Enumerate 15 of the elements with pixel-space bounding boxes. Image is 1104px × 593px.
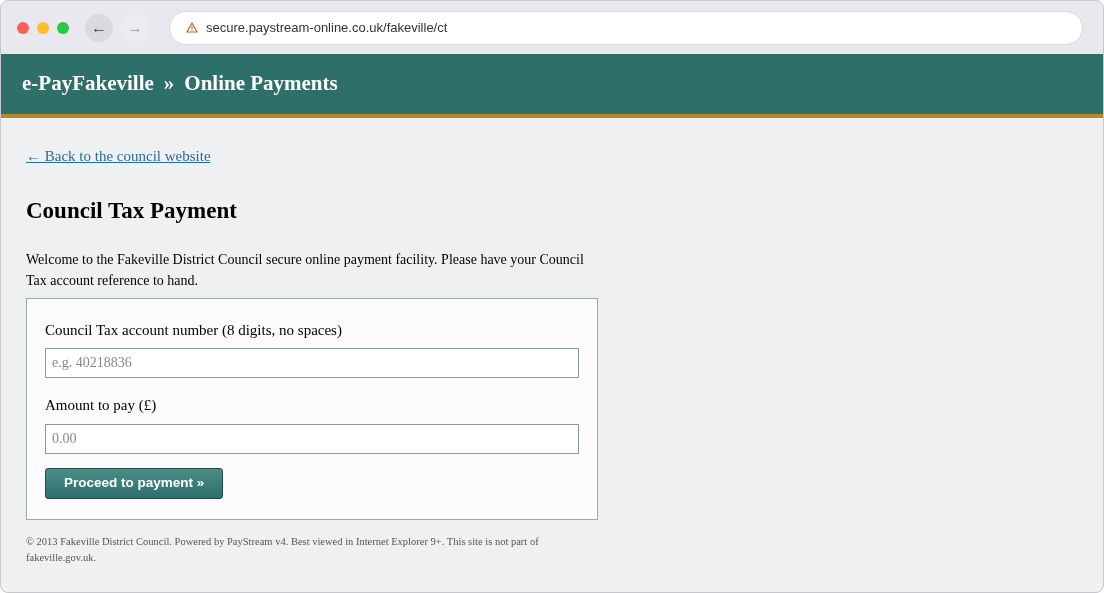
intro-text: Welcome to the Fakeville District Council secure online payment facility. Please have your Council Tax account reference to hand. [26,250,585,290]
back-link[interactable]: ← Back to the council website [26,148,211,164]
back-button[interactable]: ← [85,13,113,42]
input-field[interactable]: e.g. 40218836 [45,348,579,378]
footer-text: © 2013 Fakeville District Council. Powered by PayStream v4. Best viewed in Internet Explorer 9+. This site is not part of fakeville.gov.uk. [26,534,540,565]
site-name: e-PayFakeville [22,70,154,98]
url-text: secure.paystream-online.co.uk/fakeville/ct [206,18,448,37]
address-bar[interactable]: secure.paystream-online.co.uk/fakeville/ct [169,10,1083,45]
field-label: Amount to pay (£) [45,396,158,415]
proceed-button[interactable]: Proceed to payment » [45,467,224,499]
page-title: Council Tax Payment [26,197,238,225]
breadcrumb-separator: » [163,70,175,98]
section-title: Online Payments [184,70,338,98]
input-field[interactable]: 0.00 [45,423,579,454]
field-label: Council Tax account number (8 digits, no spaces) [45,320,343,340]
